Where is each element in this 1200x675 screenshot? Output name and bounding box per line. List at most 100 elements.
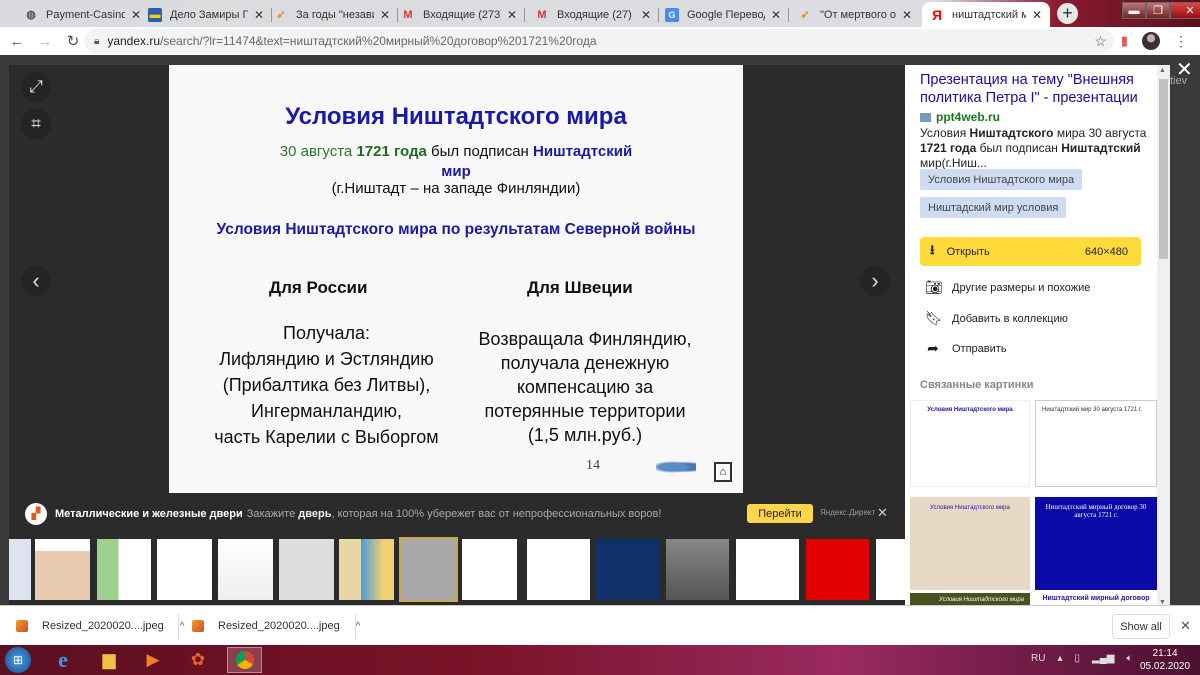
thumbnail[interactable]	[462, 539, 517, 600]
language-indicator[interactable]: RU	[1031, 653, 1045, 664]
tag-nishtadsky[interactable]: Ништадский мир условия	[920, 197, 1067, 218]
thumbnail[interactable]	[35, 539, 90, 600]
thumbnail-selected[interactable]	[399, 537, 458, 602]
tab-delo-zamiry[interactable]: ▬ Дело Замиры Гадж ✕	[140, 2, 272, 27]
thumbnail[interactable]	[279, 539, 334, 600]
related-image[interactable]: Ништадтский мир 30 августа 1721 г.	[1035, 400, 1157, 487]
close-downloads-icon[interactable]: ✕	[1180, 618, 1191, 634]
media-player-icon[interactable]: ▶	[140, 647, 166, 673]
tab-close-icon[interactable]: ✕	[254, 8, 264, 22]
related-image[interactable]: Условия Ништадтского мира	[910, 497, 1030, 590]
profile-avatar[interactable]	[1142, 32, 1160, 50]
divider	[355, 614, 356, 640]
yandex-icon: Я	[931, 6, 943, 23]
tab-close-icon[interactable]: ✕	[902, 8, 912, 22]
thumbnail[interactable]	[736, 539, 799, 600]
scrollbar-thumb[interactable]	[1159, 79, 1168, 259]
ad-close-icon[interactable]: ✕	[877, 505, 888, 521]
add-to-collection-action[interactable]: 🔖︎ Добавить в коллекцию	[925, 310, 1068, 327]
download-icon: ⭳	[930, 241, 935, 257]
power-icon[interactable]: ▯	[1074, 653, 1080, 664]
gmail-icon: M	[403, 8, 413, 21]
extension-icon[interactable]: ▮	[1121, 33, 1128, 49]
thumbnail[interactable]	[339, 539, 394, 600]
yandex-image-viewer-page: ⤢ ⌗ ‹ › Условия Ништадтского мира 30 авг…	[0, 55, 1200, 608]
slide-page-number: 14	[586, 458, 600, 473]
thumbnail[interactable]	[157, 539, 212, 600]
clock[interactable]: 21:14 05.02.2020	[1140, 647, 1190, 673]
ie-icon[interactable]: e	[50, 647, 76, 673]
menu-icon[interactable]: ⋮	[1174, 33, 1188, 50]
tab-close-icon[interactable]: ✕	[641, 8, 651, 22]
tray-expand-icon[interactable]: ▴	[1057, 653, 1062, 664]
tag-usloviya[interactable]: Условия Ништадтского мира	[920, 169, 1083, 190]
image-file-icon	[16, 620, 28, 632]
globe-icon: ◍	[26, 9, 36, 21]
download-item[interactable]: Resized_2020020....jpeg ^	[192, 606, 360, 646]
photo-viewer-icon[interactable]: ✿	[185, 647, 211, 673]
image-info-panel: Презентация на тему "Внешняя политика Пе…	[905, 65, 1170, 608]
next-image-button[interactable]: ›	[860, 266, 890, 296]
start-button[interactable]: ⊞	[5, 647, 31, 673]
crop-button[interactable]: ⌗	[21, 109, 51, 139]
source-site-link[interactable]: ppt4web.ru	[920, 110, 1000, 124]
home-icon: ⌂	[714, 462, 732, 482]
slide-subtitle: Условия Ништадтского мира по результатам…	[216, 221, 696, 238]
crop-icon: ⌗	[31, 114, 41, 133]
panel-scrollbar[interactable]: ▲ ▼	[1157, 65, 1170, 608]
thumbnail[interactable]	[876, 539, 905, 600]
slide-location: (г.Ништадт – на западе Финляндии)	[331, 180, 581, 197]
back-button[interactable]: ←	[6, 33, 28, 50]
other-sizes-action[interactable]: 📷︎ Другие размеры и похожие	[925, 279, 1090, 296]
file-explorer-icon[interactable]: ▆	[96, 647, 122, 673]
russia-header: Для России	[269, 278, 368, 297]
thumbnail[interactable]	[218, 539, 273, 600]
minimize-button[interactable]: ▬	[1122, 2, 1146, 19]
reload-button[interactable]: ↻	[62, 32, 84, 50]
tab-close-icon[interactable]: ✕	[507, 8, 517, 22]
tab-gmail-273[interactable]: M Входящие (273) - b ✕	[393, 2, 525, 27]
translate-icon: G	[665, 7, 679, 22]
browser-tab-strip: ◍ Payment-Casino | Б ✕ ▬ Дело Замиры Гад…	[0, 0, 1200, 27]
chrome-taskbar-icon[interactable]	[227, 647, 262, 673]
fullscreen-button[interactable]: ⤢	[21, 72, 51, 102]
bookmark-icon: 🔖︎	[925, 310, 943, 326]
ad-go-button[interactable]: Перейти	[747, 504, 813, 523]
prev-image-button[interactable]: ‹	[21, 266, 51, 296]
scroll-up-icon[interactable]: ▲	[1159, 67, 1166, 74]
tab-yandex-active[interactable]: Я ништадтский мирн ✕	[922, 2, 1050, 27]
forward-button[interactable]: →	[34, 33, 56, 50]
bookmark-star-icon[interactable]: ☆	[1094, 33, 1107, 50]
thumbnail[interactable]	[806, 539, 869, 600]
share-action[interactable]: ➦ Отправить	[925, 340, 1006, 357]
volume-icon[interactable]: 🔈︎	[1126, 653, 1132, 664]
ad-title[interactable]: Металлические и железные двери	[55, 508, 243, 520]
thumbnail[interactable]	[97, 539, 151, 600]
tab-za-gody[interactable]: ➶ За годы "независи ✕	[266, 2, 398, 27]
thumbnail[interactable]	[666, 539, 729, 600]
show-all-button[interactable]: Show all	[1112, 614, 1170, 639]
thumbnail[interactable]	[9, 539, 31, 600]
tab-ot-mertvogo[interactable]: ➶ "От мертвого осла ✕	[790, 2, 920, 27]
tab-close-icon[interactable]: ✕	[1032, 8, 1042, 22]
address-bar[interactable]: 🔒︎ yandex.ru/search/?lr=11474&text=ништа…	[84, 29, 1114, 53]
tab-payment-casino[interactable]: ◍ Payment-Casino | Б ✕	[16, 2, 149, 27]
related-image[interactable]: Условия Ништадтского мира	[910, 400, 1030, 487]
sweden-header: Для Швеции	[527, 278, 633, 297]
chevron-up-icon[interactable]: ^	[180, 621, 185, 632]
thumbnail[interactable]	[596, 539, 659, 600]
download-item[interactable]: Resized_2020020....jpeg ^	[16, 606, 184, 646]
close-window-button[interactable]: ✕	[1170, 2, 1200, 19]
thumbnail[interactable]	[527, 539, 590, 600]
tab-gmail-27[interactable]: M Входящие (27) - we ✕	[527, 2, 659, 27]
new-tab-button[interactable]: +	[1057, 3, 1078, 24]
chevron-up-icon[interactable]: ^	[356, 621, 361, 632]
tab-close-icon[interactable]: ✕	[771, 8, 781, 22]
tab-close-icon[interactable]: ✕	[380, 8, 390, 22]
maximize-button[interactable]: ❐	[1146, 2, 1170, 19]
network-signal-icon[interactable]: ▂▄▆	[1092, 653, 1114, 664]
related-image[interactable]: Ништадтский мирный договор 30 августа 17…	[1035, 497, 1157, 590]
open-image-button[interactable]: ⭳ Открыть 640×480	[920, 237, 1141, 266]
source-title-link[interactable]: Презентация на тему "Внешняя политика Пе…	[920, 71, 1150, 107]
tab-google-translate[interactable]: G Google Переводчи ✕	[657, 2, 789, 27]
